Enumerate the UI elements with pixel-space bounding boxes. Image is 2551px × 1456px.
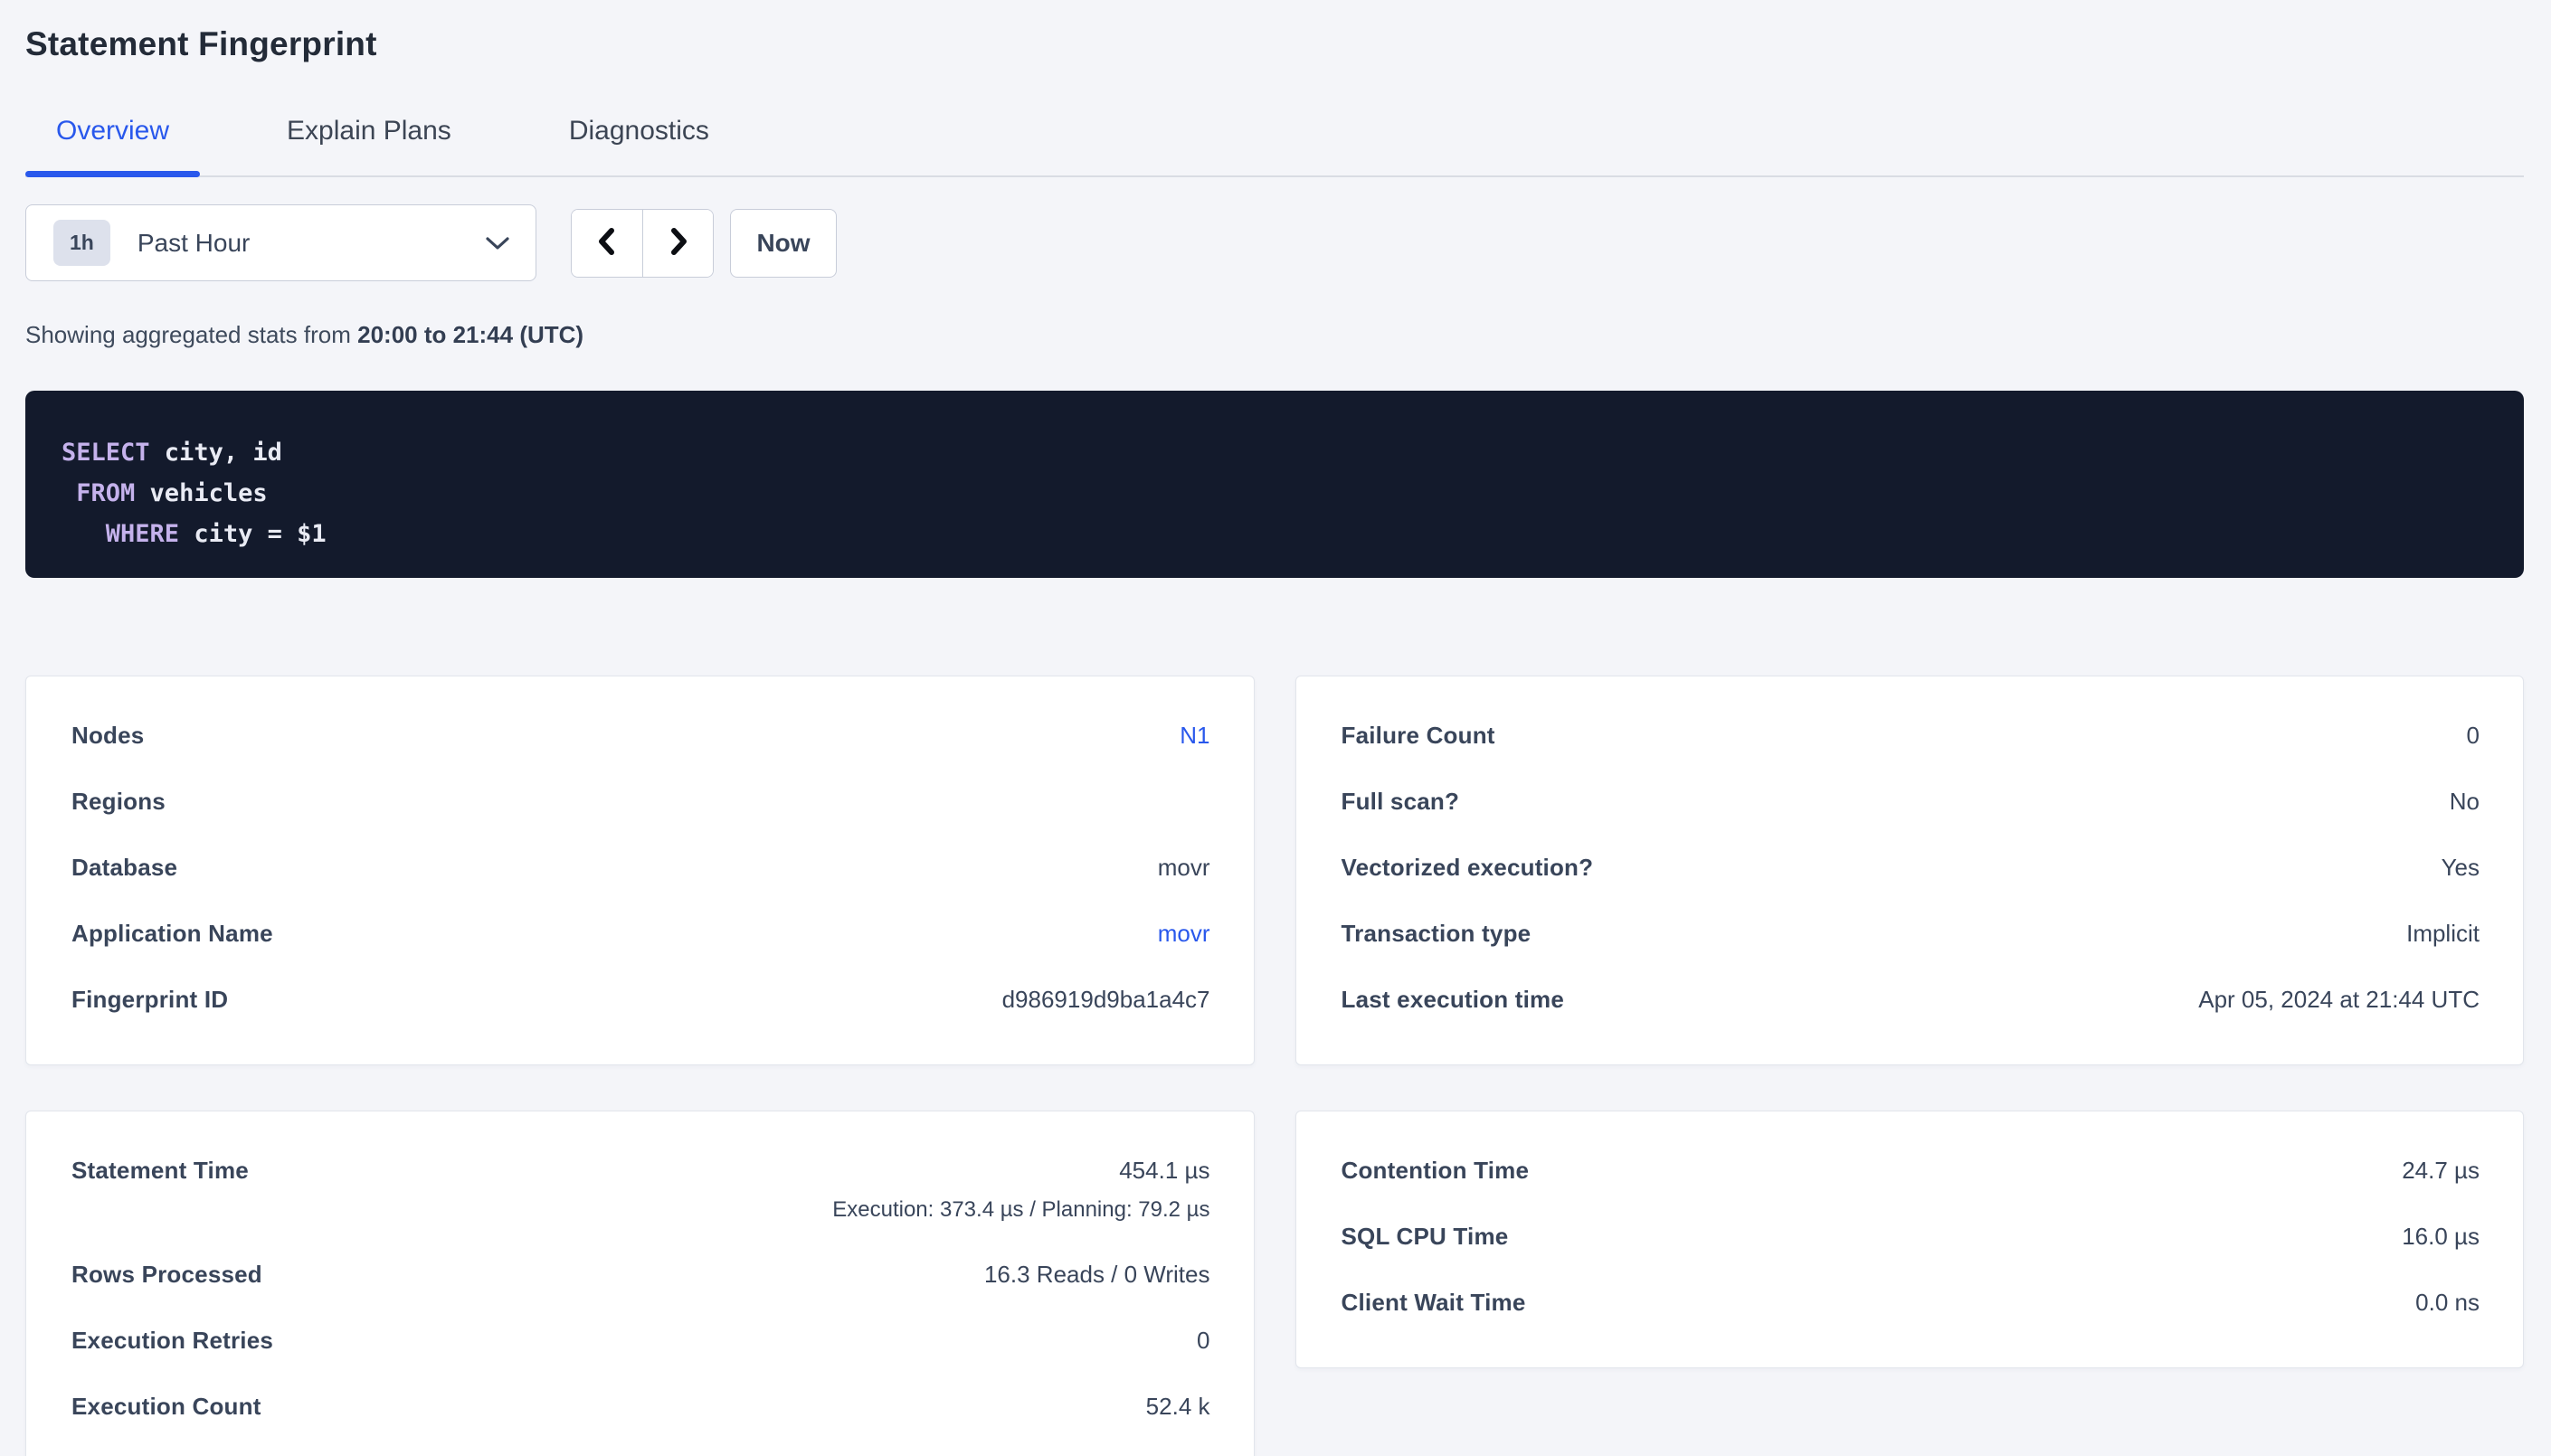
time-interval-badge: 1h (53, 220, 110, 266)
table-row: Client Wait Time 0.0 ns (1342, 1289, 2480, 1317)
now-button[interactable]: Now (730, 209, 837, 278)
row-label-regions: Regions (71, 788, 166, 816)
contention-time-value: 24.7 µs (2402, 1157, 2480, 1185)
row-label-database: Database (71, 854, 177, 882)
row-label-application-name: Application Name (71, 920, 273, 948)
row-label-fingerprint-id: Fingerprint ID (71, 986, 228, 1014)
statement-time-values: 454.1 µs Execution: 373.4 µs / Planning:… (832, 1157, 1209, 1223)
page-root: Statement Fingerprint Overview Explain P… (0, 0, 2551, 1456)
row-label-statement-time: Statement Time (71, 1157, 249, 1185)
table-row: Last execution time Apr 05, 2024 at 21:4… (1342, 986, 2480, 1014)
wait-time-card: Contention Time 24.7 µs SQL CPU Time 16.… (1295, 1111, 2525, 1368)
row-label-failure-count: Failure Count (1342, 722, 1495, 750)
execution-retries-value: 0 (1197, 1327, 1209, 1355)
table-row: Failure Count 0 (1342, 722, 2480, 750)
chevron-down-icon (485, 235, 510, 251)
sql-keyword: WHERE (106, 520, 179, 548)
full-scan-value: No (2450, 788, 2480, 816)
table-row: SQL CPU Time 16.0 µs (1342, 1223, 2480, 1251)
tab-overview[interactable]: Overview (25, 116, 200, 175)
next-time-button[interactable] (642, 210, 713, 277)
caption-prefix: Showing aggregated stats from (25, 321, 357, 348)
statement-details-card: Nodes N1 Regions Database movr Applicati… (25, 676, 1255, 1065)
table-row: Application Name movr (71, 920, 1210, 948)
statement-time-value: 454.1 µs (1119, 1157, 1209, 1185)
sql-cpu-time-value: 16.0 µs (2402, 1223, 2480, 1251)
transaction-type-value: Implicit (2406, 920, 2480, 948)
database-value: movr (1158, 854, 1210, 882)
sql-text: vehicles (135, 479, 267, 507)
table-row: Execution Retries 0 (71, 1327, 1210, 1355)
row-label-execution-count: Execution Count (71, 1393, 261, 1421)
time-range-label: Past Hour (138, 229, 251, 258)
row-label-vectorized-execution: Vectorized execution? (1342, 854, 1594, 882)
sql-keyword: SELECT (62, 439, 150, 467)
execution-attributes-card: Failure Count 0 Full scan? No Vectorized… (1295, 676, 2525, 1065)
row-label-client-wait-time: Client Wait Time (1342, 1289, 1526, 1317)
nodes-link[interactable]: N1 (1180, 722, 1209, 750)
row-label-transaction-type: Transaction type (1342, 920, 1532, 948)
failure-count-value: 0 (2467, 722, 2480, 750)
row-label-nodes: Nodes (71, 722, 144, 750)
row-label-contention-time: Contention Time (1342, 1157, 1530, 1185)
statement-timing-card: Statement Time 454.1 µs Execution: 373.4… (25, 1111, 1255, 1456)
tab-diagnostics[interactable]: Diagnostics (538, 116, 740, 175)
row-label-execution-retries: Execution Retries (71, 1327, 273, 1355)
table-row: Fingerprint ID d986919d9ba1a4c7 (71, 986, 1210, 1014)
table-row: Database movr (71, 854, 1210, 882)
table-row: Vectorized execution? Yes (1342, 854, 2480, 882)
sql-line: SELECT city, id (62, 432, 2488, 473)
table-row: Transaction type Implicit (1342, 920, 2480, 948)
sql-statement-box: SELECT city, id FROM vehicles WHERE city… (25, 391, 2524, 578)
tab-bar: Overview Explain Plans Diagnostics (25, 116, 2524, 177)
application-name-link[interactable]: movr (1158, 920, 1210, 948)
sql-line: FROM vehicles (62, 473, 2488, 514)
sql-keyword: FROM (76, 479, 135, 507)
row-label-sql-cpu-time: SQL CPU Time (1342, 1223, 1509, 1251)
caret-right-icon (665, 224, 692, 261)
caption-time-range: 20:00 to 21:44 (UTC) (357, 321, 583, 348)
table-row: Statement Time 454.1 µs Execution: 373.4… (71, 1157, 1210, 1223)
table-row: Rows Processed 16.3 Reads / 0 Writes (71, 1261, 1210, 1289)
vectorized-execution-value: Yes (2442, 854, 2480, 882)
row-label-last-execution-time: Last execution time (1342, 986, 1565, 1014)
page-title: Statement Fingerprint (25, 24, 2524, 65)
table-row: Full scan? No (1342, 788, 2480, 816)
stats-cards-grid: Nodes N1 Regions Database movr Applicati… (25, 676, 2524, 1456)
row-label-rows-processed: Rows Processed (71, 1261, 262, 1289)
sql-text: city, id (150, 439, 282, 467)
time-picker-row: 1h Past Hour (25, 204, 2524, 281)
sql-text: city = $1 (179, 520, 327, 548)
fingerprint-id-value: d986919d9ba1a4c7 (1002, 986, 1210, 1014)
caret-left-icon (593, 224, 621, 261)
time-range-select[interactable]: 1h Past Hour (25, 204, 536, 281)
statement-time-breakdown: Execution: 373.4 µs / Planning: 79.2 µs (832, 1197, 1209, 1223)
table-row: Contention Time 24.7 µs (1342, 1157, 2480, 1185)
time-step-buttons (571, 209, 714, 278)
rows-processed-value: 16.3 Reads / 0 Writes (984, 1261, 1210, 1289)
previous-time-button[interactable] (572, 210, 642, 277)
aggregated-stats-caption: Showing aggregated stats from 20:00 to 2… (25, 321, 2524, 349)
row-label-full-scan: Full scan? (1342, 788, 1460, 816)
last-execution-time-value: Apr 05, 2024 at 21:44 UTC (2198, 986, 2480, 1014)
table-row: Regions (71, 788, 1210, 816)
tab-explain-plans[interactable]: Explain Plans (256, 116, 482, 175)
table-row: Execution Count 52.4 k (71, 1393, 1210, 1421)
sql-line: WHERE city = $1 (62, 514, 2488, 554)
table-row: Nodes N1 (71, 722, 1210, 750)
client-wait-time-value: 0.0 ns (2415, 1289, 2480, 1317)
execution-count-value: 52.4 k (1146, 1393, 1210, 1421)
